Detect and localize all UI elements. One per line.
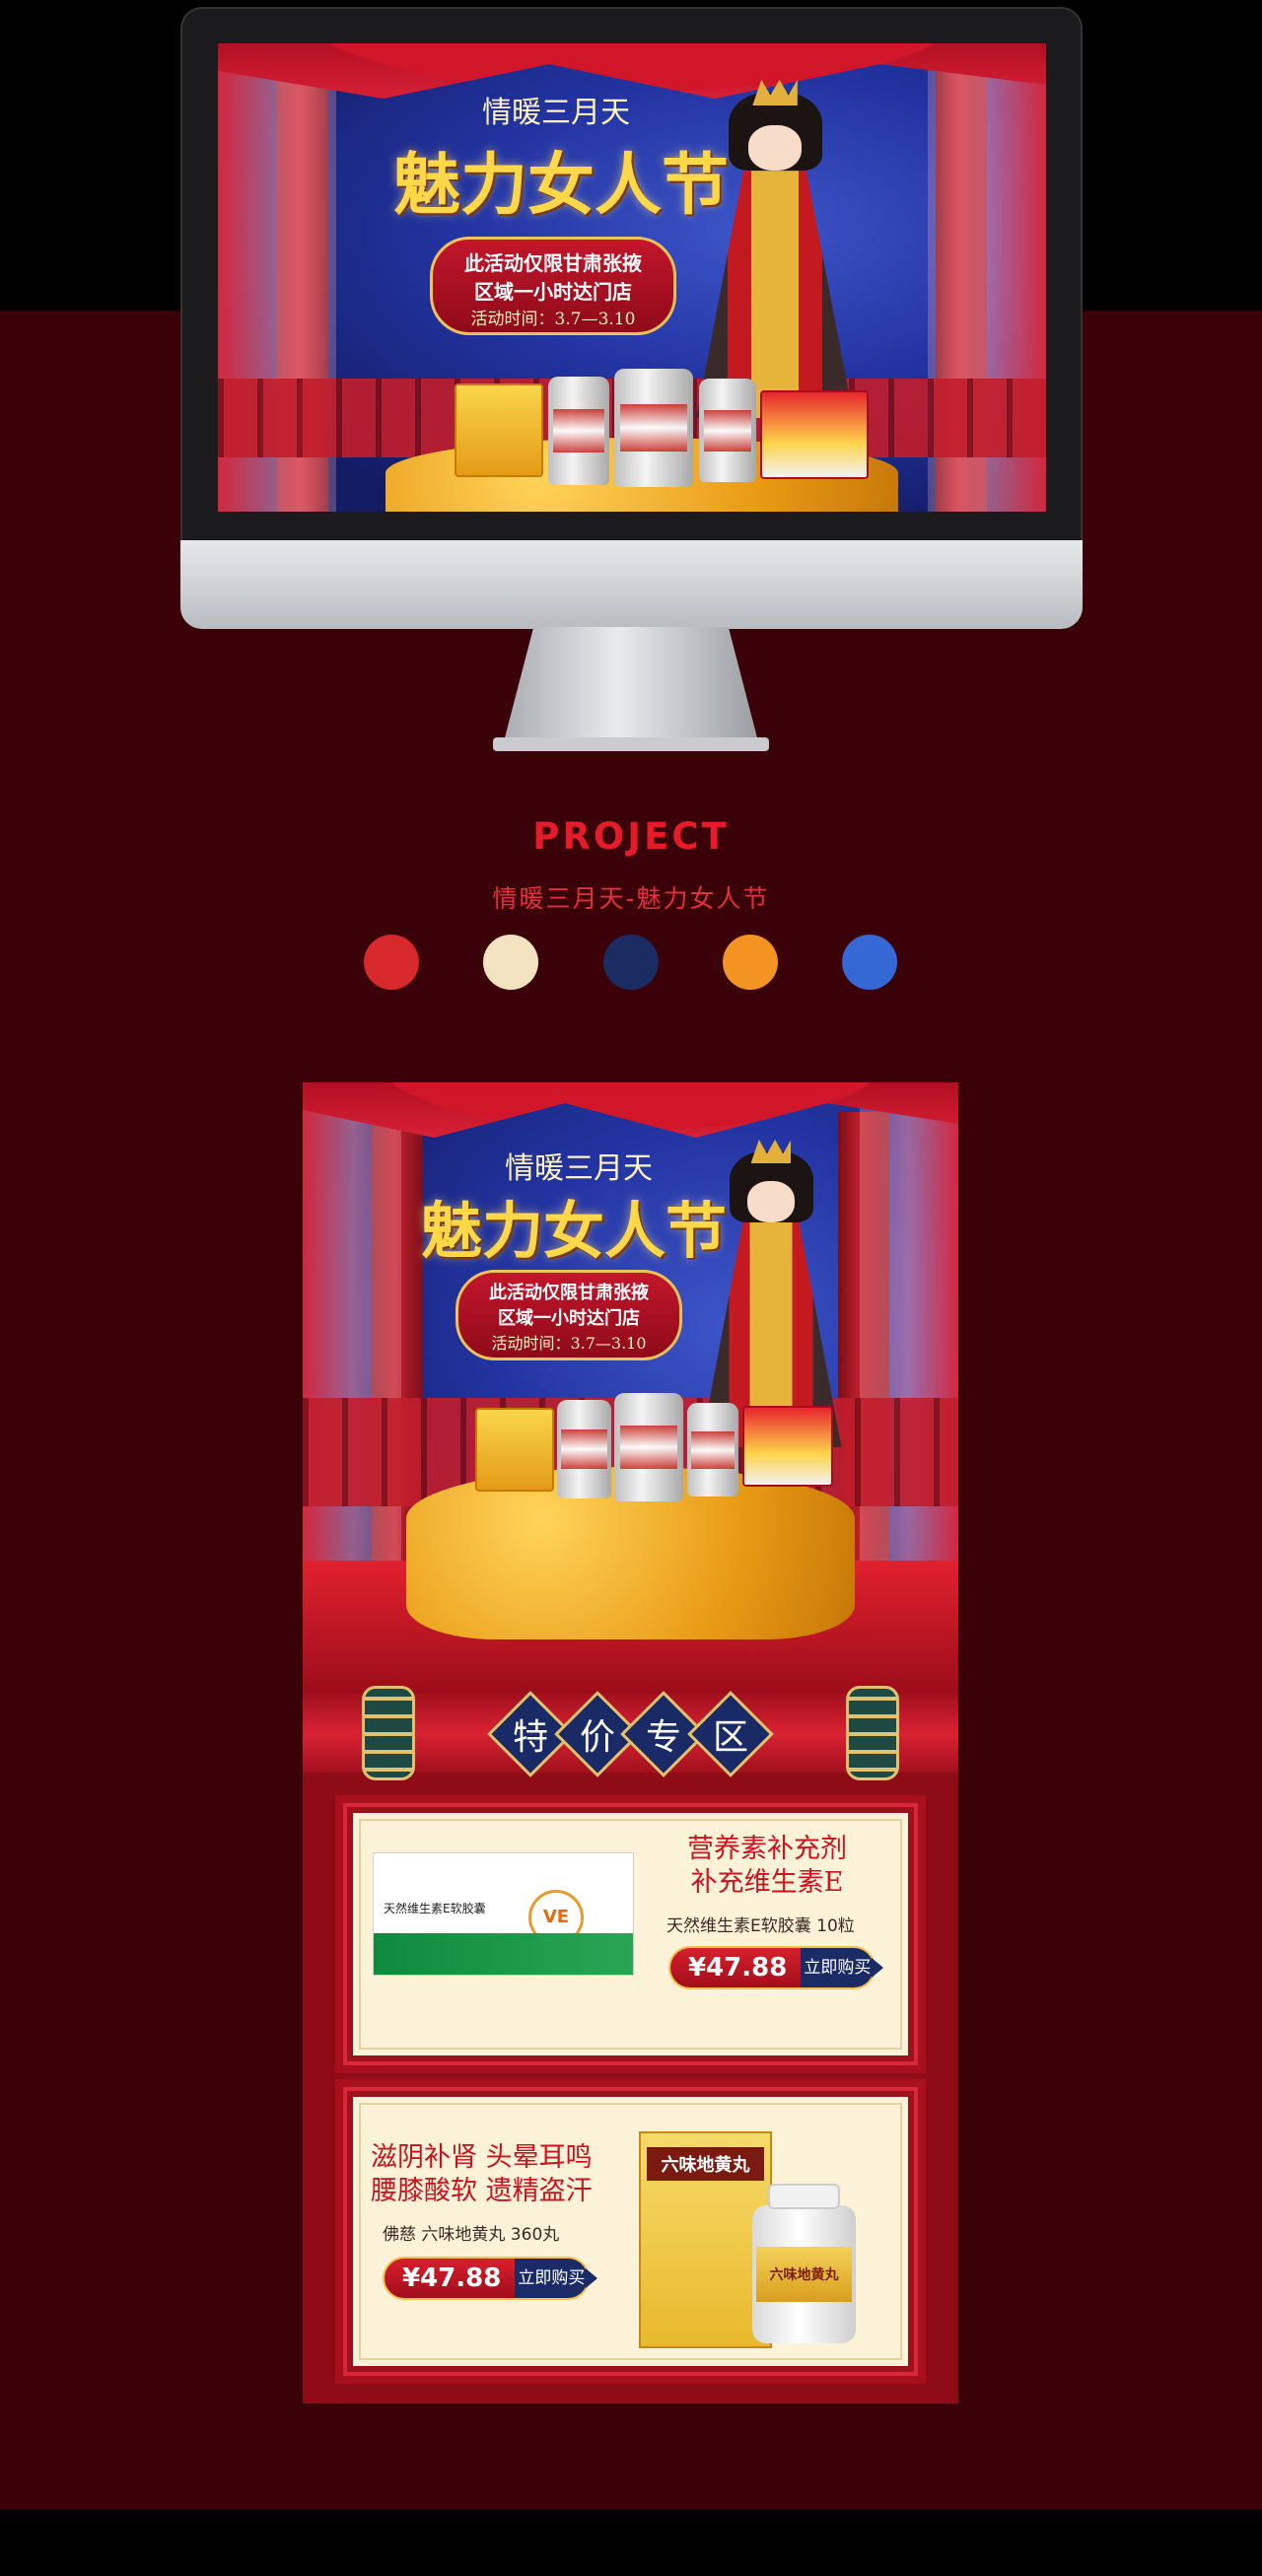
project-subheading: 情暖三月天-魅力女人节 [492,884,770,913]
lady-crown [750,1140,792,1163]
bottle-cap [767,2184,841,2209]
palette-swatch-orange [723,935,778,990]
price-buy-pill[interactable]: ¥47.88 立即购买 [668,1946,884,1989]
banner-title: 魅力女人节 [393,146,730,225]
liuwei-bottle: 六味地黄丸 [752,2184,856,2343]
price-tag: ¥47.88 [668,1946,802,1989]
scroll-end-left [362,1686,415,1780]
buy-now-button[interactable]: 立即购买 [515,2257,598,2300]
package-name: 天然维生素E软胶囊 [384,1901,486,1915]
desktop-banner[interactable]: 情暖三月天 魅力女人节 此活动仅限甘肃张掖 区域一小时达门店 活动时间：3.7—… [218,43,1046,512]
product-card-vitamin-e[interactable]: 天然维生素E软胶囊 VE 营养素补充剂 补充维生素E 天然维生素E软胶囊 10粒… [343,1803,918,2065]
activity-notice: 此活动仅限甘肃张掖 区域一小时达门店 活动时间：3.7—3.10 [430,237,676,335]
scroll-end-right [846,1686,899,1780]
product-jar-1 [557,1400,611,1498]
notice-time: 活动时间：3.7—3.10 [470,310,636,329]
product-name: 佛慈 六味地黄丸 360丸 [383,2225,560,2245]
monitor-screen: 情暖三月天 魅力女人节 此活动仅限甘肃张掖 区域一小时达门店 活动时间：3.7—… [218,43,1046,512]
notice-line-2: 区域一小时达门店 [498,1308,640,1329]
product-jar-2 [614,369,693,487]
project-heading: PROJECT [532,815,730,858]
chevron-right-icon [872,1958,884,1978]
mobile-banner[interactable]: 情暖三月天 魅力女人节 此活动仅限甘肃张掖 区域一小时达门店 活动时间：3.7—… [303,1082,958,1694]
banner-title: 魅力女人节 [421,1195,728,1267]
special-zone-title: 特 价 专 区 [487,1691,774,1777]
price-buy-pill[interactable]: ¥47.88 立即购买 [383,2257,598,2300]
product-jar-3 [699,379,756,482]
lady-face [747,1181,795,1222]
monitor-stand-base [493,737,769,751]
lady-illustration [681,79,869,418]
mobile-page: 情暖三月天 魅力女人节 此活动仅限甘肃张掖 区域一小时达门店 活动时间：3.7—… [303,1082,958,2403]
package-stripe [374,1933,633,1975]
palette-swatch-blue [842,935,897,990]
product-box-yellow [475,1408,554,1492]
zone-char-4: 区 [687,1691,774,1777]
product-jar-3 [687,1403,738,1497]
bottom-background [0,2509,1262,2576]
product-jar-1 [548,377,609,485]
product-headline: 营养素补充剂 补充维生素E [687,1834,847,1898]
monitor-chin [180,540,1083,629]
product-headline: 滋阴补肾 头晕耳鸣 腰膝酸软 遗精盗汗 [371,2142,593,2206]
buy-now-button[interactable]: 立即购买 [801,1946,884,1989]
product-box-yellow [455,383,543,477]
product-box-red [742,1406,833,1487]
palette-swatch-red [364,935,419,990]
notice-line-1: 此活动仅限甘肃张掖 [489,1283,649,1303]
curtain-valance [218,43,1046,99]
monitor-stand [503,627,759,745]
notice-line-1: 此活动仅限甘肃张掖 [464,251,642,275]
lady-face [748,125,802,172]
notice-line-2: 区域一小时达门店 [474,280,632,304]
palette-swatch-navy [603,935,659,990]
bottle-label: 六味地黄丸 [756,2247,852,2302]
product-jar-2 [614,1393,683,1501]
notice-time: 活动时间：3.7—3.10 [491,1334,647,1353]
package-label: 六味地黄丸 [647,2147,764,2181]
activity-notice: 此活动仅限甘肃张掖 区域一小时达门店 活动时间：3.7—3.10 [456,1270,682,1360]
banner-subtitle: 情暖三月天 [482,96,630,130]
vitamin-e-package: 天然维生素E软胶囊 VE [373,1852,634,1976]
product-box-red [760,390,869,479]
product-name: 天然维生素E软胶囊 10粒 [666,1916,855,1936]
palette-swatch-cream [483,935,538,990]
price-tag: ¥47.88 [383,2257,516,2300]
product-card-liuwei[interactable]: 滋阴补肾 头晕耳鸣 腰膝酸软 遗精盗汗 佛慈 六味地黄丸 360丸 ¥47.88… [343,2087,918,2376]
chevron-right-icon [586,2268,598,2288]
